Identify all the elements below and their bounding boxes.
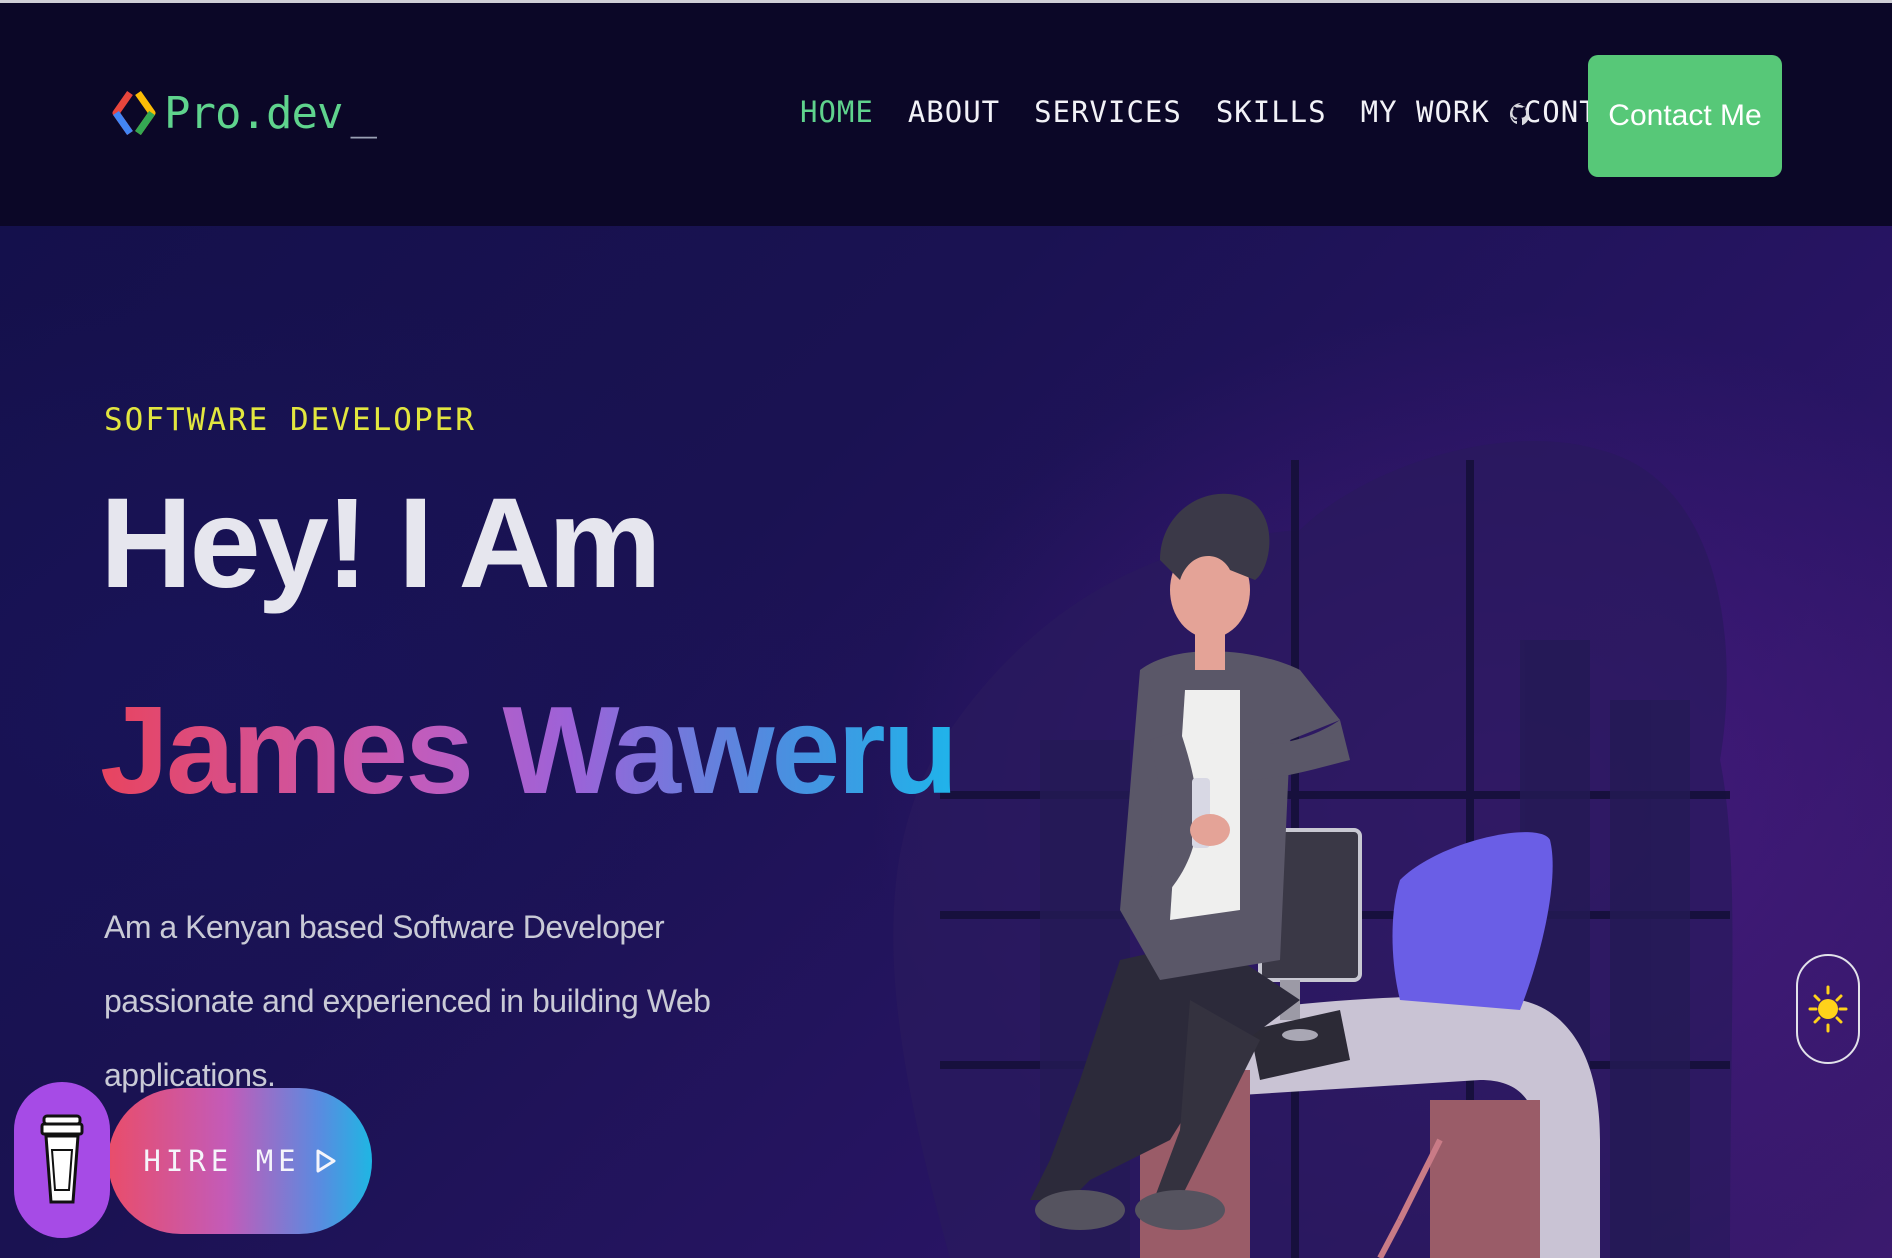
play-outline-icon	[316, 1149, 336, 1173]
contact-me-button[interactable]: Contact Me	[1588, 55, 1782, 177]
hero-description: Am a Kenyan based Software Developer pas…	[104, 909, 711, 1093]
page: Pro.dev _ HOME ABOUT SERVICES SKILLS MY …	[0, 0, 1892, 1258]
nav-skills[interactable]: SKILLS	[1216, 95, 1327, 129]
code-brackets-icon	[112, 90, 156, 136]
brand-logo[interactable]: Pro.dev _	[112, 87, 377, 139]
theme-toggle[interactable]	[1796, 954, 1860, 1064]
developer-illustration	[893, 441, 1733, 1258]
nav-my-work[interactable]: MY WORK	[1361, 95, 1490, 129]
hero-subtitle: SOFTWARE DEVELOPER	[104, 402, 476, 438]
buy-me-coffee-button[interactable]	[14, 1082, 110, 1238]
hero-greeting: Hey! I Am	[100, 472, 662, 615]
nav-home[interactable]: HOME	[800, 95, 874, 129]
navbar: Pro.dev _ HOME ABOUT SERVICES SKILLS MY …	[0, 0, 1892, 226]
github-icon[interactable]	[1506, 93, 1536, 133]
nav-services[interactable]: SERVICES	[1034, 95, 1182, 129]
brand-cursor: _	[350, 87, 377, 139]
hire-me-label: HIRE ME	[143, 1144, 301, 1178]
hero-name: James Waweru	[100, 682, 958, 820]
brand-name: Pro.dev	[164, 87, 343, 139]
sun-icon	[1808, 985, 1848, 1033]
hire-me-button[interactable]: HIRE ME	[108, 1088, 372, 1234]
nav-about[interactable]: ABOUT	[908, 95, 1000, 129]
coffee-cup-icon	[40, 1114, 84, 1204]
